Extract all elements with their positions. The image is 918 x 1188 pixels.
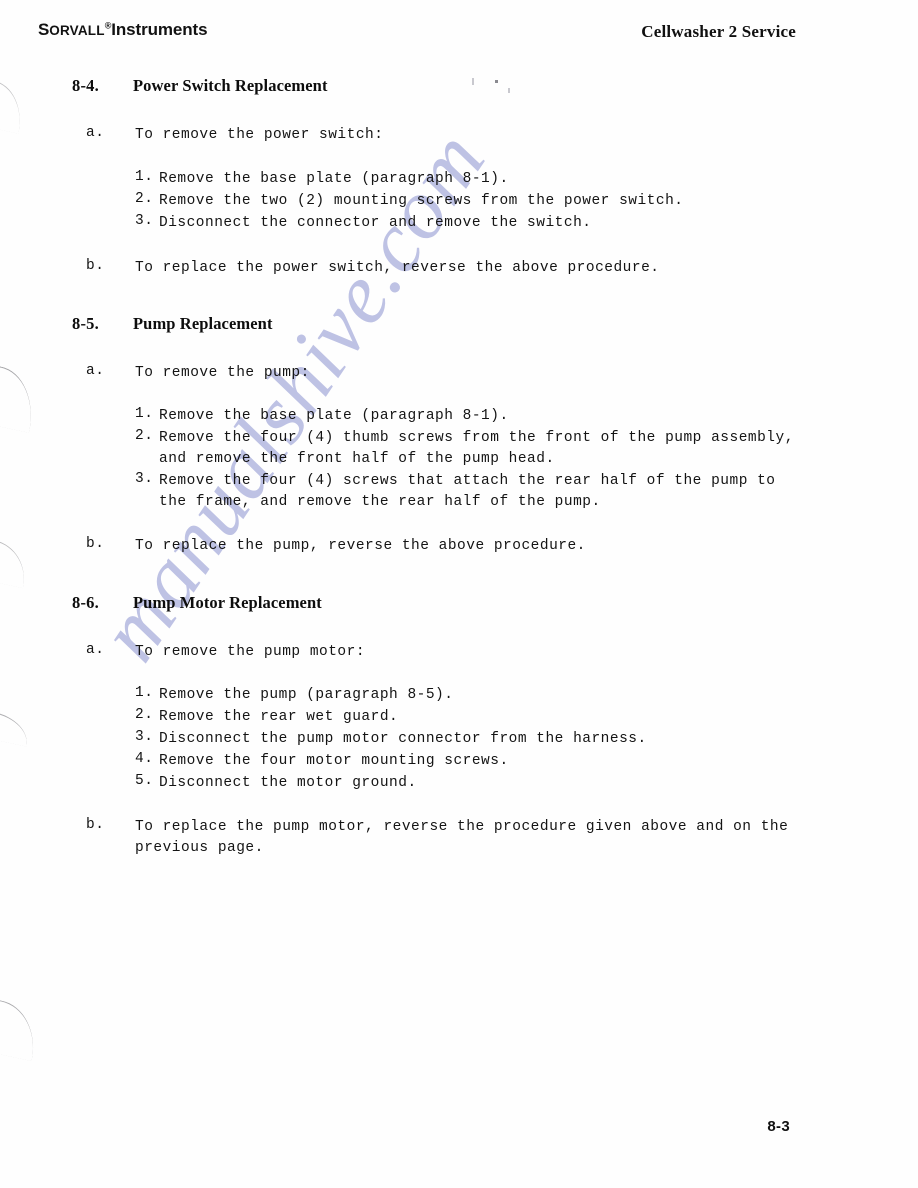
paragraph-text: To replace the power switch, reverse the… [135,260,660,276]
paragraph-text: To replace the pump, reverse the above p… [135,538,586,554]
section-number: 8-6. [72,593,99,612]
step-number: 1. [135,685,154,701]
paragraph-b: b. To replace the power switch, reverse … [0,258,918,279]
section-8-4: 8-4. Power Switch Replacement a. To remo… [0,76,918,279]
step-text: Disconnect the pump motor connector from… [159,731,647,747]
section-title: Pump Motor Replacement [133,593,322,612]
paragraph-label: b. [86,817,105,833]
section-8-6: 8-6. Pump Motor Replacement a. To remove… [0,593,918,856]
document-title: Cellwasher 2 Service [641,22,796,41]
list-item: 2. Remove the two (2) mounting screws fr… [0,191,918,213]
logo-lead-letter: S [38,20,50,39]
paragraph-label: a. [86,363,105,379]
step-number: 3. [135,729,154,745]
step-list: 1. Remove the pump (paragraph 8-5). 2. R… [0,685,918,795]
step-text: Remove the four motor mounting screws. [159,753,509,769]
page-content: SORVALL®Instruments Cellwasher 2 Service… [0,0,918,1188]
section-8-5: 8-5. Pump Replacement a. To remove the p… [0,314,918,557]
step-text: Remove the pump (paragraph 8-5). [159,687,454,703]
step-text: Remove the two (2) mounting screws from … [159,193,684,209]
section-heading: 8-5. Pump Replacement [0,314,918,340]
paragraph-label: a. [86,125,105,141]
paragraph-b: b. To replace the pump motor, reverse th… [0,817,918,856]
paragraph-label: a. [86,642,105,658]
step-text: Remove the rear wet guard. [159,709,399,725]
list-item: 1. Remove the pump (paragraph 8-5). [0,685,918,707]
paragraph-a: a. To remove the pump motor: [0,642,918,663]
step-text: Remove the four (4) thumb screws from th… [159,430,804,467]
list-item: 3. Disconnect the pump motor connector f… [0,729,918,751]
step-text: Disconnect the motor ground. [159,775,417,791]
paragraph-text: To replace the pump motor, reverse the p… [135,819,798,856]
paragraph-b: b. To replace the pump, reverse the abov… [0,536,918,557]
step-number: 2. [135,707,154,723]
paragraph-text: To remove the pump motor: [135,644,366,660]
paragraph-text: To remove the pump: [135,365,310,381]
section-number: 8-5. [72,314,99,333]
list-item: 2. Remove the rear wet guard. [0,707,918,729]
list-item: 1. Remove the base plate (paragraph 8-1)… [0,169,918,191]
section-number: 8-4. [72,76,99,95]
list-item: 4. Remove the four motor mounting screws… [0,751,918,773]
section-heading: 8-4. Power Switch Replacement [0,76,918,102]
paragraph-a: a. To remove the power switch: [0,125,918,146]
step-text: Remove the four (4) screws that attach t… [159,473,785,510]
page-number: 8-3 [767,1118,790,1135]
list-item: 2. Remove the four (4) thumb screws from… [0,428,918,471]
step-number: 5. [135,773,154,789]
section-heading: 8-6. Pump Motor Replacement [0,593,918,619]
document-page: manualshive.com SORVALL®Instruments Cell… [0,0,918,1188]
paragraph-label: b. [86,258,105,274]
section-title: Power Switch Replacement [133,76,328,95]
step-text: Disconnect the connector and remove the … [159,215,592,231]
step-text: Remove the base plate (paragraph 8-1). [159,171,509,187]
step-list: 1. Remove the base plate (paragraph 8-1)… [0,169,918,235]
paragraph-a: a. To remove the pump: [0,363,918,384]
list-item: 3. Remove the four (4) screws that attac… [0,471,918,514]
list-item: 3. Disconnect the connector and remove t… [0,213,918,235]
paragraph-label: b. [86,536,105,552]
step-number: 3. [135,213,154,229]
running-head: SORVALL®Instruments Cellwasher 2 Service [38,20,880,50]
step-number: 2. [135,191,154,207]
step-list: 1. Remove the base plate (paragraph 8-1)… [0,406,918,514]
manufacturer-logo: SORVALL®Instruments [38,20,208,40]
step-number: 3. [135,471,154,487]
step-number: 1. [135,169,154,185]
logo-smallcaps: ORVALL [49,23,105,38]
section-title: Pump Replacement [133,314,273,333]
list-item: 5. Disconnect the motor ground. [0,773,918,795]
step-number: 1. [135,406,154,422]
list-item: 1. Remove the base plate (paragraph 8-1)… [0,406,918,428]
logo-suffix: Instruments [111,20,208,39]
step-number: 2. [135,428,154,444]
step-number: 4. [135,751,154,767]
step-text: Remove the base plate (paragraph 8-1). [159,408,509,424]
paragraph-text: To remove the power switch: [135,127,384,143]
